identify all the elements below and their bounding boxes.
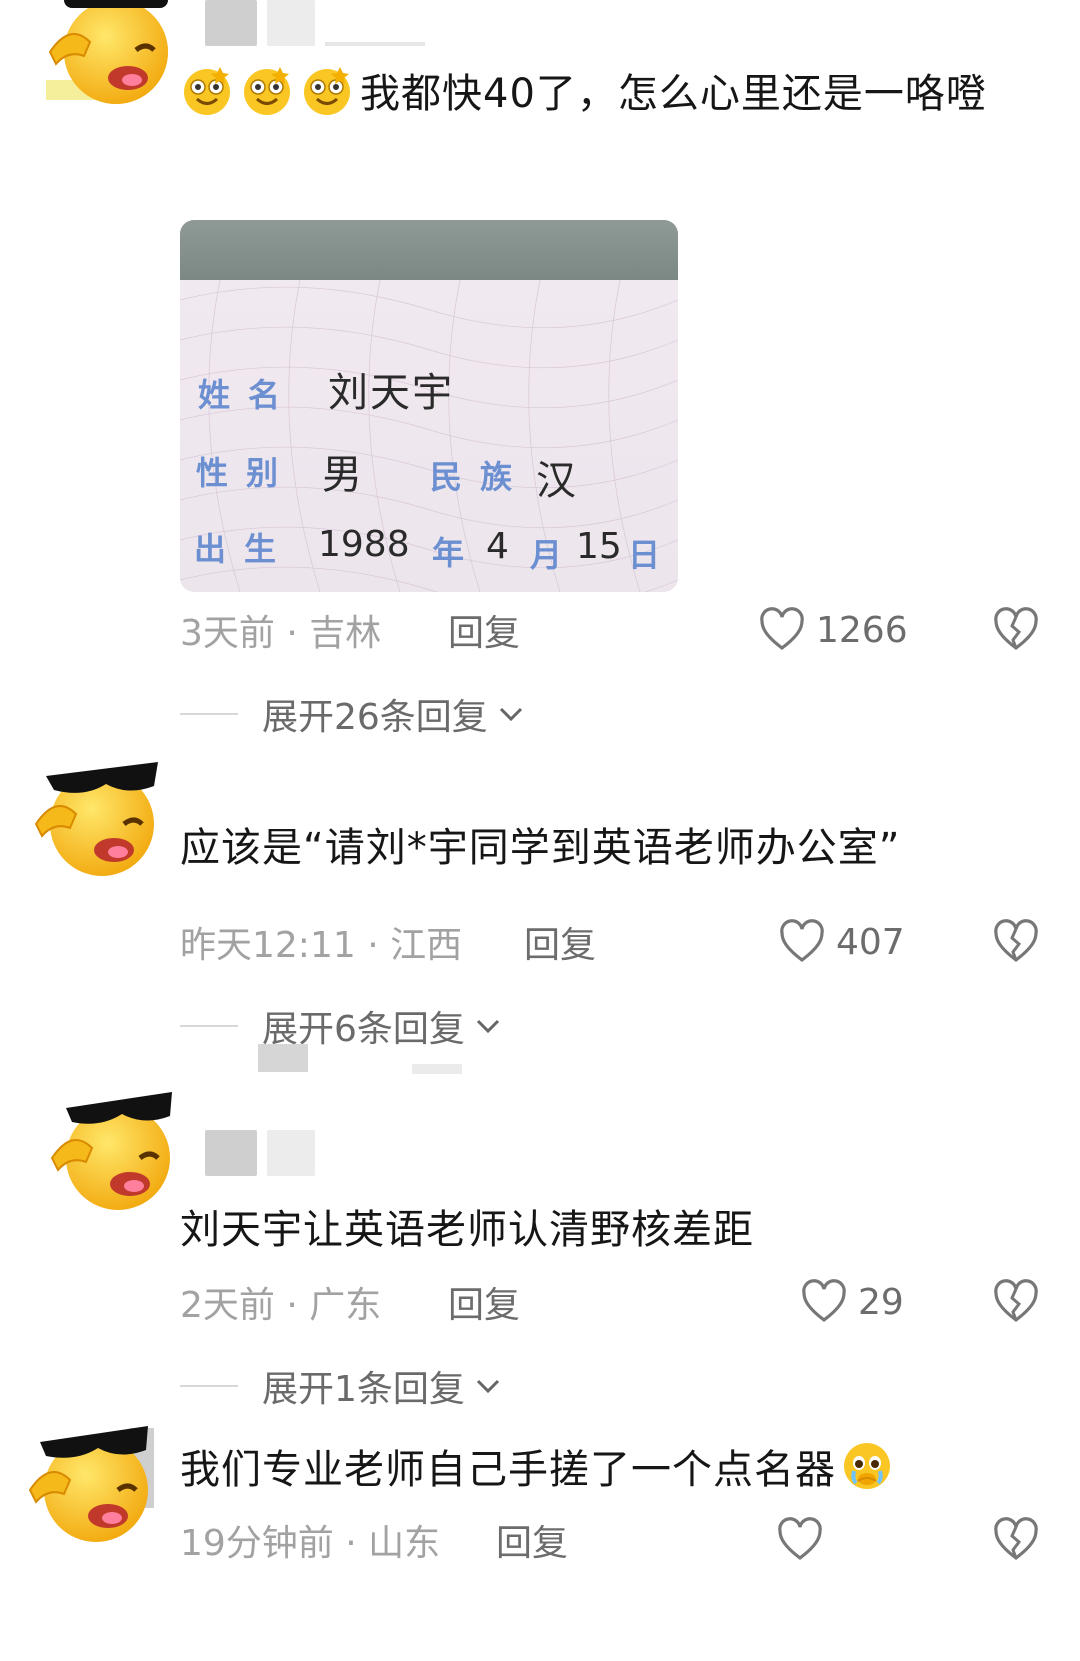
id-label-birth: 出生: [194, 530, 295, 568]
expand-label: 展开1条回复: [262, 1369, 465, 1410]
divider-dash: [180, 713, 238, 715]
id-unit-month: 月: [530, 536, 563, 574]
broken-heart-icon[interactable]: [992, 1516, 1040, 1564]
heart-icon: [800, 1278, 848, 1326]
chevron-down-icon: [465, 1371, 503, 1401]
like-button[interactable]: [776, 1516, 824, 1564]
like-button[interactable]: 407: [778, 918, 905, 966]
time-location: 昨天12:11 · 江西: [180, 925, 463, 966]
reply-button[interactable]: 回复: [448, 604, 520, 656]
mask-block: [258, 1044, 308, 1072]
salute-cool-emoji-icon: [50, 1092, 172, 1210]
salute-cool-emoji-icon: [34, 762, 158, 876]
mask-block: [267, 0, 315, 46]
like-count: 407: [836, 921, 905, 963]
id-unit-day: 日: [628, 536, 661, 574]
comment-meta: 19分钟前 · 山东 回复: [180, 1510, 1040, 1570]
id-label-name: 姓名: [198, 376, 299, 414]
like-count: 29: [858, 1281, 904, 1323]
comment-text: 我们专业老师自己手搓了一个点名器: [180, 1438, 1020, 1502]
comment-text-body: 我们专业老师自己手搓了一个点名器: [180, 1447, 836, 1493]
id-value-day: 15: [576, 526, 622, 567]
reply-button[interactable]: 回复: [448, 1276, 520, 1328]
time-location: 2天前 · 广东: [180, 1285, 382, 1326]
avatar[interactable]: [32, 752, 162, 882]
divider-dash: [180, 1025, 238, 1027]
comment-photo[interactable]: 姓名 刘天宇 性别 男 民族 汉 出生 1988 年 4 月 15 日: [180, 220, 678, 592]
photo-top-band: [180, 220, 678, 280]
username-masked: [205, 0, 425, 46]
mask-block: [412, 1064, 462, 1074]
expand-replies-button[interactable]: 展开6条回复: [180, 996, 503, 1056]
comment-text-body: 我都快40了，怎么心里还是一咯噔: [360, 71, 987, 117]
grin-stars-emoji-icon: [300, 63, 354, 117]
mask-line: [325, 42, 425, 46]
comment-text-body: 应该是“请刘*宇同学到英语老师办公室”: [180, 825, 901, 871]
comment-meta: 2天前 · 广东 回复 29: [180, 1272, 1040, 1332]
comment-text: 刘天宇让英语老师认清野核差距: [180, 1198, 1020, 1262]
heart-icon: [776, 1516, 824, 1564]
time-location: 19分钟前 · 山东: [180, 1523, 441, 1564]
id-value-gender: 男: [322, 452, 364, 498]
chevron-down-icon: [465, 1011, 503, 1041]
id-value-month: 4: [486, 526, 509, 567]
pleading-tears-emoji-icon: [840, 1439, 894, 1493]
avatar[interactable]: [46, 0, 176, 120]
like-button[interactable]: 1266: [758, 606, 908, 654]
expand-replies-button[interactable]: 展开26条回复: [180, 684, 526, 744]
mask-block: [205, 0, 257, 46]
salute-cool-emoji-icon: [46, 0, 168, 104]
broken-heart-icon[interactable]: [992, 606, 1040, 654]
heart-icon: [778, 918, 826, 966]
id-value-year: 1988: [318, 524, 410, 565]
comment-text-body: 刘天宇让英语老师认清野核差距: [180, 1207, 754, 1253]
time-location: 3天前 · 吉林: [180, 613, 382, 654]
id-unit-year: 年: [432, 534, 465, 572]
reply-button[interactable]: 回复: [496, 1514, 568, 1566]
id-label-ethnicity: 民族: [430, 458, 531, 496]
username-masked: [205, 1130, 315, 1176]
id-label-gender: 性别: [196, 454, 297, 492]
comment-feed: 我都快40了，怎么心里还是一咯噔 姓名 刘天宇 性别 男 民族 汉 出生 198…: [0, 0, 1080, 1661]
broken-heart-icon[interactable]: [992, 1278, 1040, 1326]
id-value-ethnicity: 汉: [536, 458, 578, 504]
like-count: 1266: [816, 609, 908, 651]
comment-meta: 3天前 · 吉林 回复 1266: [180, 600, 1040, 660]
grin-stars-emoji-icon: [240, 63, 294, 117]
comment-text: 应该是“请刘*宇同学到英语老师办公室”: [180, 816, 1020, 880]
avatar[interactable]: [26, 1418, 156, 1548]
reply-button[interactable]: 回复: [524, 916, 596, 968]
mask-block: [205, 1130, 257, 1176]
salute-cool-emoji-icon: [28, 1426, 154, 1542]
broken-heart-icon[interactable]: [992, 918, 1040, 966]
comment-text: 我都快40了，怎么心里还是一咯噔: [180, 62, 1020, 126]
heart-icon: [758, 606, 806, 654]
expand-label: 展开26条回复: [262, 697, 488, 738]
grin-stars-emoji-icon: [180, 63, 234, 117]
divider-dash: [180, 1385, 238, 1387]
id-value-name: 刘天宇: [328, 370, 454, 416]
chevron-down-icon: [488, 699, 526, 729]
comment-meta: 昨天12:11 · 江西 回复 407: [180, 912, 1040, 972]
avatar[interactable]: [46, 1086, 176, 1216]
expand-replies-button[interactable]: 展开1条回复: [180, 1356, 503, 1416]
like-button[interactable]: 29: [800, 1278, 904, 1326]
mask-block: [267, 1130, 315, 1176]
